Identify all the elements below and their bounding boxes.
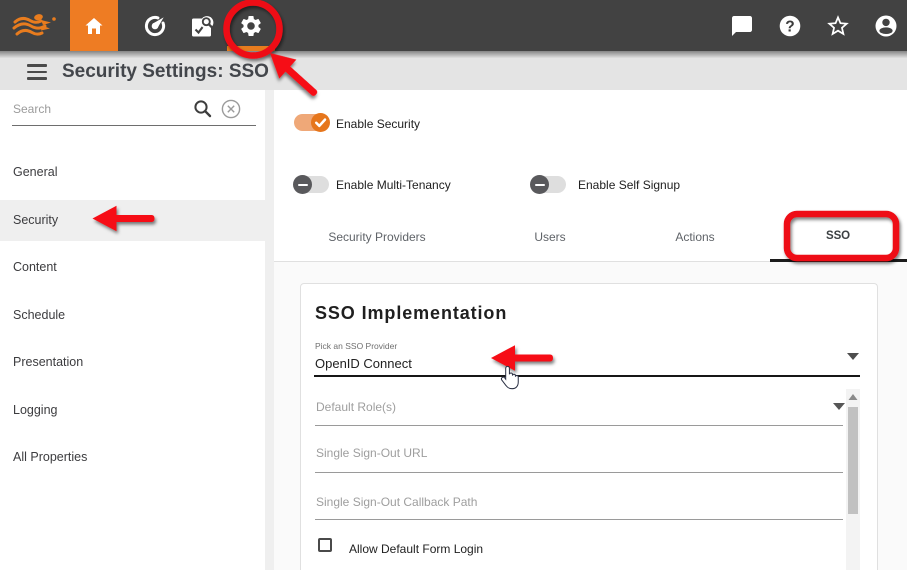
svg-text:?: ? bbox=[785, 18, 794, 35]
